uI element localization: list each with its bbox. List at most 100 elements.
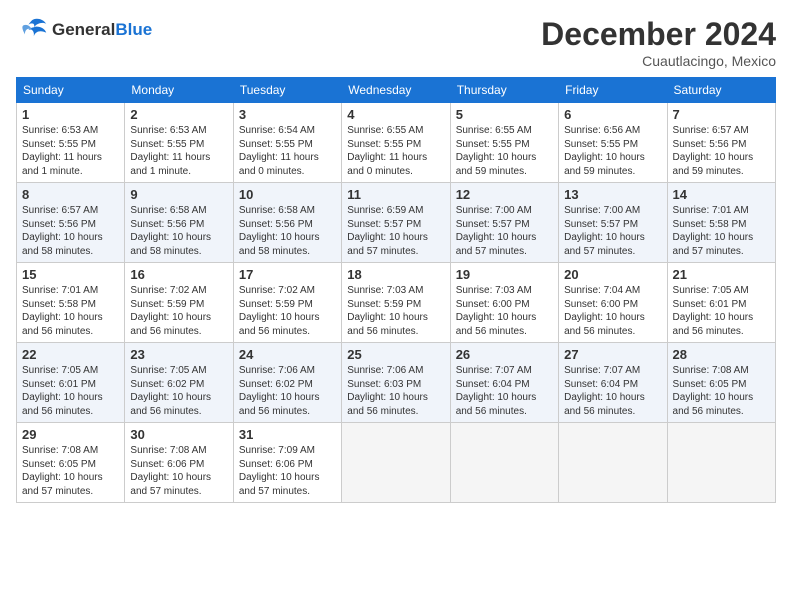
day-info: Sunrise: 7:00 AMSunset: 5:57 PMDaylight:…	[564, 204, 661, 258]
weekday-header-wednesday: Wednesday	[342, 78, 450, 103]
day-info: Sunrise: 6:57 AMSunset: 5:56 PMDaylight:…	[22, 204, 119, 258]
calendar-cell: 12 Sunrise: 7:00 AMSunset: 5:57 PMDayligh…	[450, 183, 558, 263]
day-info: Sunrise: 7:09 AMSunset: 6:06 PMDaylight:…	[239, 444, 336, 498]
calendar-cell: 8 Sunrise: 6:57 AMSunset: 5:56 PMDaylight…	[17, 183, 125, 263]
calendar-cell: 11 Sunrise: 6:59 AMSunset: 5:57 PMDayligh…	[342, 183, 450, 263]
week-row-5: 29 Sunrise: 7:08 AMSunset: 6:05 PMDayligh…	[17, 423, 776, 503]
weekday-header-row: SundayMondayTuesdayWednesdayThursdayFrid…	[17, 78, 776, 103]
day-number: 8	[22, 187, 119, 202]
logo: GeneralBlue	[16, 16, 152, 44]
day-number: 7	[673, 107, 770, 122]
calendar-cell: 20 Sunrise: 7:04 AMSunset: 6:00 PMDayligh…	[559, 263, 667, 343]
calendar-cell: 21Sunrise: 7:05 AMSunset: 6:01 PMDayligh…	[667, 263, 775, 343]
calendar-cell: 22 Sunrise: 7:05 AMSunset: 6:01 PMDayligh…	[17, 343, 125, 423]
calendar-cell: 15Sunrise: 7:01 AMSunset: 5:58 PMDayligh…	[17, 263, 125, 343]
day-info: Sunrise: 7:06 AMSunset: 6:03 PMDaylight:…	[347, 364, 444, 418]
calendar-cell: 3Sunrise: 6:54 AMSunset: 5:55 PMDaylight…	[233, 103, 341, 183]
day-number: 22	[22, 347, 119, 362]
day-info: Sunrise: 7:00 AMSunset: 5:57 PMDaylight:…	[456, 204, 553, 258]
day-number: 31	[239, 427, 336, 442]
day-number: 4	[347, 107, 444, 122]
day-number: 1	[22, 107, 119, 122]
day-info: Sunrise: 7:05 AMSunset: 6:01 PMDaylight:…	[22, 364, 119, 418]
calendar-cell: 13 Sunrise: 7:00 AMSunset: 5:57 PMDayligh…	[559, 183, 667, 263]
weekday-header-thursday: Thursday	[450, 78, 558, 103]
day-info: Sunrise: 7:06 AMSunset: 6:02 PMDaylight:…	[239, 364, 336, 418]
calendar-cell: 16Sunrise: 7:02 AMSunset: 5:59 PMDayligh…	[125, 263, 233, 343]
calendar-cell	[559, 423, 667, 503]
calendar-cell: 7 Sunrise: 6:57 AMSunset: 5:56 PMDaylight…	[667, 103, 775, 183]
calendar-cell: 23 Sunrise: 7:05 AMSunset: 6:02 PMDayligh…	[125, 343, 233, 423]
calendar-cell: 4 Sunrise: 6:55 AMSunset: 5:55 PMDaylight…	[342, 103, 450, 183]
day-number: 14	[673, 187, 770, 202]
calendar-cell: 10 Sunrise: 6:58 AMSunset: 5:56 PMDayligh…	[233, 183, 341, 263]
day-info: Sunrise: 7:08 AMSunset: 6:05 PMDaylight:…	[22, 444, 119, 498]
day-number: 11	[347, 187, 444, 202]
week-row-2: 8 Sunrise: 6:57 AMSunset: 5:56 PMDaylight…	[17, 183, 776, 263]
calendar-cell: 25Sunrise: 7:06 AMSunset: 6:03 PMDayligh…	[342, 343, 450, 423]
day-info: Sunrise: 6:59 AMSunset: 5:57 PMDaylight:…	[347, 204, 444, 258]
day-info: Sunrise: 7:03 AMSunset: 5:59 PMDaylight:…	[347, 284, 444, 338]
day-info: Sunrise: 7:07 AMSunset: 6:04 PMDaylight:…	[564, 364, 661, 418]
weekday-header-monday: Monday	[125, 78, 233, 103]
week-row-3: 15Sunrise: 7:01 AMSunset: 5:58 PMDayligh…	[17, 263, 776, 343]
calendar-cell: 27 Sunrise: 7:07 AMSunset: 6:04 PMDayligh…	[559, 343, 667, 423]
calendar-cell: 5Sunrise: 6:55 AMSunset: 5:55 PMDaylight…	[450, 103, 558, 183]
day-number: 2	[130, 107, 227, 122]
calendar-cell: 17Sunrise: 7:02 AMSunset: 5:59 PMDayligh…	[233, 263, 341, 343]
calendar-cell: 18 Sunrise: 7:03 AMSunset: 5:59 PMDayligh…	[342, 263, 450, 343]
logo-icon	[16, 16, 48, 44]
day-number: 23	[130, 347, 227, 362]
day-info: Sunrise: 7:08 AMSunset: 6:06 PMDaylight:…	[130, 444, 227, 498]
logo-text: GeneralBlue	[52, 21, 152, 40]
day-info: Sunrise: 6:53 AMSunset: 5:55 PMDaylight:…	[130, 124, 227, 178]
calendar-cell	[342, 423, 450, 503]
day-number: 28	[673, 347, 770, 362]
calendar-cell: 28 Sunrise: 7:08 AMSunset: 6:05 PMDayligh…	[667, 343, 775, 423]
month-title: December 2024	[541, 16, 776, 53]
day-number: 26	[456, 347, 553, 362]
calendar-cell: 2 Sunrise: 6:53 AMSunset: 5:55 PMDaylight…	[125, 103, 233, 183]
calendar-cell: 31 Sunrise: 7:09 AMSunset: 6:06 PMDayligh…	[233, 423, 341, 503]
day-number: 16	[130, 267, 227, 282]
calendar-cell: 29 Sunrise: 7:08 AMSunset: 6:05 PMDayligh…	[17, 423, 125, 503]
calendar-cell: 19Sunrise: 7:03 AMSunset: 6:00 PMDayligh…	[450, 263, 558, 343]
week-row-1: 1 Sunrise: 6:53 AMSunset: 5:55 PMDaylight…	[17, 103, 776, 183]
day-number: 17	[239, 267, 336, 282]
day-number: 19	[456, 267, 553, 282]
day-number: 3	[239, 107, 336, 122]
day-number: 12	[456, 187, 553, 202]
calendar-cell: 1 Sunrise: 6:53 AMSunset: 5:55 PMDaylight…	[17, 103, 125, 183]
day-info: Sunrise: 6:57 AMSunset: 5:56 PMDaylight:…	[673, 124, 770, 178]
weekday-header-sunday: Sunday	[17, 78, 125, 103]
calendar-cell: 30Sunrise: 7:08 AMSunset: 6:06 PMDayligh…	[125, 423, 233, 503]
day-number: 27	[564, 347, 661, 362]
calendar-cell: 24Sunrise: 7:06 AMSunset: 6:02 PMDayligh…	[233, 343, 341, 423]
day-info: Sunrise: 7:04 AMSunset: 6:00 PMDaylight:…	[564, 284, 661, 338]
day-info: Sunrise: 6:58 AMSunset: 5:56 PMDaylight:…	[130, 204, 227, 258]
day-number: 13	[564, 187, 661, 202]
day-info: Sunrise: 6:55 AMSunset: 5:55 PMDaylight:…	[347, 124, 444, 178]
weekday-header-saturday: Saturday	[667, 78, 775, 103]
title-block: December 2024 Cuautlacingo, Mexico	[541, 16, 776, 69]
day-number: 21	[673, 267, 770, 282]
day-info: Sunrise: 6:55 AMSunset: 5:55 PMDaylight:…	[456, 124, 553, 178]
day-info: Sunrise: 7:08 AMSunset: 6:05 PMDaylight:…	[673, 364, 770, 418]
calendar-cell: 26 Sunrise: 7:07 AMSunset: 6:04 PMDayligh…	[450, 343, 558, 423]
day-number: 29	[22, 427, 119, 442]
day-number: 10	[239, 187, 336, 202]
day-info: Sunrise: 6:53 AMSunset: 5:55 PMDaylight:…	[22, 124, 119, 178]
day-info: Sunrise: 7:07 AMSunset: 6:04 PMDaylight:…	[456, 364, 553, 418]
weekday-header-tuesday: Tuesday	[233, 78, 341, 103]
week-row-4: 22 Sunrise: 7:05 AMSunset: 6:01 PMDayligh…	[17, 343, 776, 423]
day-number: 20	[564, 267, 661, 282]
day-info: Sunrise: 7:05 AMSunset: 6:02 PMDaylight:…	[130, 364, 227, 418]
day-info: Sunrise: 6:58 AMSunset: 5:56 PMDaylight:…	[239, 204, 336, 258]
location: Cuautlacingo, Mexico	[541, 53, 776, 69]
calendar-table: SundayMondayTuesdayWednesdayThursdayFrid…	[16, 77, 776, 503]
calendar-cell: 6Sunrise: 6:56 AMSunset: 5:55 PMDaylight…	[559, 103, 667, 183]
day-number: 18	[347, 267, 444, 282]
day-info: Sunrise: 6:56 AMSunset: 5:55 PMDaylight:…	[564, 124, 661, 178]
calendar-cell	[450, 423, 558, 503]
calendar-cell	[667, 423, 775, 503]
